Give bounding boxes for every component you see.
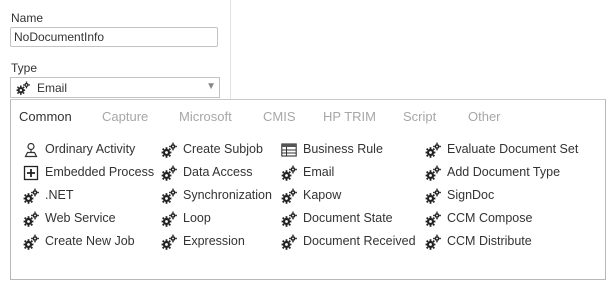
gears-icon xyxy=(281,165,297,181)
tab-other[interactable]: Other xyxy=(468,109,501,124)
activity-item-label: SignDoc xyxy=(447,188,495,202)
activity-item-label: Add Document Type xyxy=(447,165,561,179)
tab-hp-trim[interactable]: HP TRIM xyxy=(323,109,376,124)
activity-item-label: Expression xyxy=(183,234,245,248)
type-select-value: Email xyxy=(37,81,68,95)
gears-icon xyxy=(161,211,177,227)
chevron-down-icon: ▼ xyxy=(206,81,216,92)
gears-icon xyxy=(161,188,177,204)
panel-divider xyxy=(230,0,231,100)
activity-item-label: Embedded Process xyxy=(45,165,155,179)
activity-item-label: Loop xyxy=(183,211,211,225)
gears-icon xyxy=(161,165,177,181)
table-icon xyxy=(281,142,297,158)
gears-icon xyxy=(23,211,39,227)
gears-icon xyxy=(281,211,297,227)
gears-icon xyxy=(425,211,441,227)
activity-item-label: Ordinary Activity xyxy=(45,142,136,156)
activity-item-label: Create New Job xyxy=(45,234,135,248)
activity-item-label: Web Service xyxy=(45,211,116,225)
activity-item-label: Business Rule xyxy=(303,142,383,156)
activity-item-label: CCM Compose xyxy=(447,211,533,225)
tab-microsoft[interactable]: Microsoft xyxy=(179,109,232,124)
gears-icon xyxy=(161,142,177,158)
name-input[interactable] xyxy=(10,27,218,47)
person-icon xyxy=(23,142,39,158)
gears-icon xyxy=(23,188,39,204)
gears-icon xyxy=(425,188,441,204)
activity-item-label: .NET xyxy=(45,188,74,202)
type-label: Type xyxy=(11,61,38,75)
type-select[interactable]: Email ▼ xyxy=(10,77,220,98)
activity-type-dropdown: Common Capture Microsoft CMIS HP TRIM Sc… xyxy=(10,99,606,280)
plus-box-icon xyxy=(23,165,39,181)
gears-icon xyxy=(23,234,39,250)
activity-item-label: Evaluate Document Set xyxy=(447,142,579,156)
activity-item-label: Document State xyxy=(303,211,393,225)
name-label: Name xyxy=(11,11,44,25)
gears-icon xyxy=(16,81,30,95)
tab-capture[interactable]: Capture xyxy=(102,109,148,124)
activity-item-label: Kapow xyxy=(303,188,342,202)
gears-icon xyxy=(281,188,297,204)
activity-item-label: Data Access xyxy=(183,165,253,179)
tab-script[interactable]: Script xyxy=(403,109,436,124)
tab-cmis[interactable]: CMIS xyxy=(263,109,296,124)
gears-icon xyxy=(161,234,177,250)
activity-item-label: Document Received xyxy=(303,234,416,248)
gears-icon xyxy=(281,234,297,250)
activity-item-label: CCM Distribute xyxy=(447,234,532,248)
tab-common[interactable]: Common xyxy=(19,109,72,124)
gears-icon xyxy=(425,142,441,158)
gears-icon xyxy=(425,165,441,181)
activity-item-label: Email xyxy=(303,165,335,179)
activity-item-label: Synchronization xyxy=(183,188,272,202)
activity-item-label: Create Subjob xyxy=(183,142,263,156)
gears-icon xyxy=(425,234,441,250)
